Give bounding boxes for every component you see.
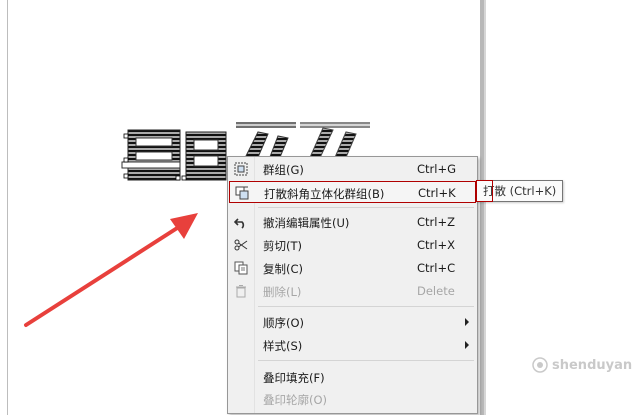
menu-item-shortcut: Ctrl+K	[418, 186, 456, 200]
menu-separator	[258, 306, 474, 307]
copy-icon	[233, 260, 249, 276]
menu-item-delete[interactable]: 删除(L) Delete	[229, 280, 476, 302]
trash-icon	[233, 283, 249, 299]
break-apart-icon	[234, 185, 250, 201]
menu-item-shortcut: Ctrl+G	[417, 162, 457, 176]
menu-item-label: 打散斜角立体化群组(B)	[264, 187, 385, 201]
menu-item-label: 剪切(T)	[263, 239, 302, 253]
menu-item-shortcut: Ctrl+X	[417, 238, 455, 252]
menu-item-shortcut: Delete	[417, 284, 455, 298]
menu-item-copy[interactable]: 复制(C) Ctrl+C	[229, 257, 476, 279]
menu-separator	[258, 360, 474, 361]
submenu-arrow-icon	[465, 318, 469, 326]
menu-item-order[interactable]: 顺序(O)	[229, 311, 476, 333]
watermark-text: shenduyan	[552, 357, 633, 373]
menu-separator	[258, 207, 474, 208]
menu-item-label: 群组(G)	[263, 163, 304, 177]
menu-item-label: 删除(L)	[263, 285, 302, 299]
page-border-left	[7, 0, 8, 415]
menu-item-style[interactable]: 样式(S)	[229, 334, 476, 356]
menu-item-shortcut: Ctrl+C	[417, 261, 456, 275]
menu-item-label: 顺序(O)	[263, 316, 305, 330]
menu-item-overprint-outline[interactable]: 叠印轮廓(O)	[229, 388, 476, 410]
menu-item-label: 复制(C)	[263, 262, 304, 276]
menu-item-cut[interactable]: 剪切(T) Ctrl+X	[229, 234, 476, 256]
menu-item-undo[interactable]: 撤消编辑属性(U) Ctrl+Z	[229, 211, 476, 233]
page-border-right	[480, 0, 484, 415]
tooltip-highlight-box	[476, 180, 493, 202]
menu-item-label: 叠印填充(F)	[263, 371, 325, 385]
menu-item-overprint-fill[interactable]: 叠印填充(F)	[229, 366, 476, 388]
undo-icon	[233, 214, 249, 230]
menu-item-group[interactable]: 群组(G) Ctrl+G	[229, 158, 476, 180]
scissors-icon	[233, 237, 249, 253]
menu-item-label: 叠印轮廓(O)	[263, 393, 328, 407]
group-icon	[233, 161, 249, 177]
menu-item-label: 撤消编辑属性(U)	[263, 216, 350, 230]
red-arrow-annotation	[24, 213, 198, 327]
menu-item-label: 样式(S)	[263, 339, 303, 353]
submenu-arrow-icon	[465, 341, 469, 349]
watermark: shenduyan	[532, 357, 632, 373]
menu-item-shortcut: Ctrl+Z	[417, 215, 455, 229]
menu-item-break-apart-bevel-group[interactable]: 打散斜角立体化群组(B) Ctrl+K	[229, 181, 476, 203]
context-menu: 群组(G) Ctrl+G 打散斜角立体化群组(B) Ctrl+K 撤消编辑属性(…	[227, 156, 478, 414]
watermark-logo-icon	[532, 357, 548, 373]
